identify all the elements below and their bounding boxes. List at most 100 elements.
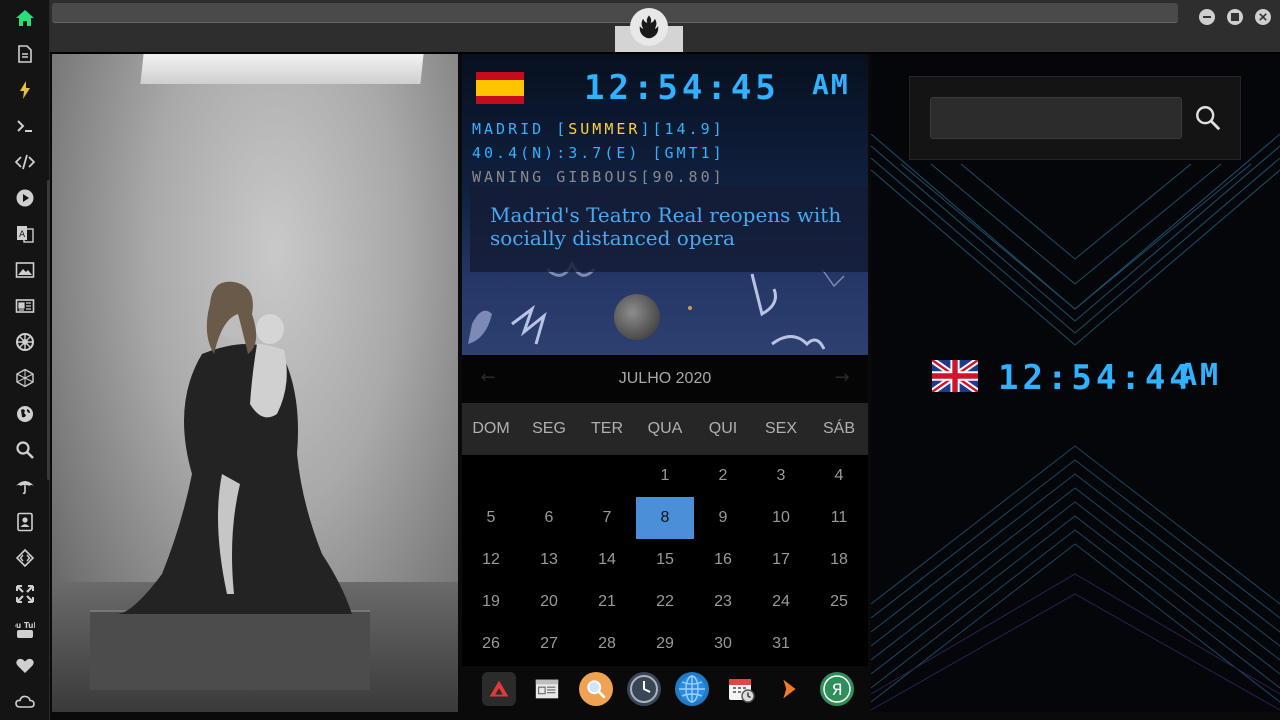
right-panel: 12:54:44 AM — [871, 54, 1280, 712]
calendar-newspaper-icon[interactable] — [530, 672, 564, 706]
weekday-label: SÁB — [822, 420, 855, 437]
calendar-day[interactable]: 14 — [578, 539, 636, 581]
calendar-day[interactable]: 22 — [636, 581, 694, 623]
app-launcher-icon[interactable] — [482, 672, 516, 706]
play-icon[interactable] — [13, 186, 37, 210]
calendar-day[interactable]: 12 — [462, 539, 520, 581]
maximize-button[interactable] — [1227, 9, 1243, 25]
weekday-label: SEG — [532, 420, 566, 437]
news-headline-card[interactable]: Madrid's Teatro Real reopens with social… — [470, 186, 868, 272]
sidebar-scrollbar[interactable] — [47, 180, 50, 480]
calendar-day[interactable]: 18 — [810, 539, 868, 581]
calendar-day[interactable]: 21 — [578, 581, 636, 623]
translate-icon[interactable]: A — [13, 222, 37, 246]
sidebar: A You Tube — [0, 0, 50, 720]
cloud-icon[interactable] — [13, 690, 37, 714]
madrid-clock: 12:54:45 AM MADRID [SUMMER][14.9] 40.4(N… — [462, 54, 868, 355]
calendar-day-today[interactable]: 8 — [636, 497, 694, 539]
empire-icon[interactable] — [13, 330, 37, 354]
calendar-day[interactable]: 9 — [694, 497, 752, 539]
address-bar[interactable] — [52, 3, 1178, 23]
image-icon[interactable] — [13, 258, 37, 282]
weekday-label: QUI — [708, 420, 738, 437]
photo-figures — [117, 281, 352, 614]
madrid-time: 12:54:45 — [584, 68, 780, 108]
calendar-day[interactable]: 26 — [462, 623, 520, 665]
calendar-day[interactable]: 4 — [810, 455, 868, 497]
madrid-season: SUMMER — [568, 120, 641, 138]
calendar-day[interactable]: 25 — [810, 581, 868, 623]
code-icon[interactable] — [13, 150, 37, 174]
calendar-day[interactable]: 6 — [520, 497, 578, 539]
svg-text:Я: Я — [831, 680, 842, 699]
home-icon[interactable] — [13, 6, 37, 30]
madrid-coordinates: 40.4(N):3.7(E) [GMT1] — [472, 144, 725, 162]
calendar-day[interactable]: 28 — [578, 623, 636, 665]
globe-app-icon[interactable] — [675, 672, 709, 706]
clock-app-icon[interactable] — [627, 672, 661, 706]
calendar-day[interactable]: 11 — [810, 497, 868, 539]
calendar-day[interactable]: 29 — [636, 623, 694, 665]
calendar-title: JULHO 2020 — [618, 370, 712, 387]
calendar-day[interactable]: 20 — [520, 581, 578, 623]
calendar-header: ← JULHO 2020 → — [462, 355, 868, 403]
youtube-icon[interactable]: You Tube — [13, 618, 37, 642]
calendar-day[interactable]: 30 — [694, 623, 752, 665]
calendar-widget: ← JULHO 2020 → DOM SEG TER QUA QUI SEX S… — [462, 355, 868, 666]
terminal-icon[interactable] — [13, 114, 37, 138]
london-ampm: AM — [1179, 358, 1222, 393]
close-button[interactable] — [1255, 9, 1271, 25]
weekday-label: SEX — [764, 420, 797, 437]
heart-icon[interactable] — [13, 654, 37, 678]
calendar-day[interactable]: 1 — [636, 455, 694, 497]
news-headline[interactable]: Madrid's Teatro Real reopens with social… — [490, 204, 848, 250]
rebel-alliance-icon[interactable] — [630, 8, 668, 46]
madrid-info-line1: MADRID [SUMMER][14.9] — [472, 120, 725, 138]
calendar-day[interactable]: 2 — [694, 455, 752, 497]
search-button[interactable] — [1192, 101, 1224, 135]
desktop: A You Tube — [0, 0, 1280, 720]
calendar-day[interactable]: 24 — [752, 581, 810, 623]
calendar-day[interactable]: 5 — [462, 497, 520, 539]
contacts-icon[interactable] — [13, 510, 37, 534]
calendar-day[interactable]: 15 — [636, 539, 694, 581]
world-clock-panel: 12:54:45 AM MADRID [SUMMER][14.9] 40.4(N… — [462, 54, 868, 712]
weekday-label: TER — [591, 420, 623, 437]
search-widget — [909, 76, 1241, 160]
calendar-day[interactable]: 3 — [752, 455, 810, 497]
wallpaper-photo — [52, 54, 458, 712]
calendar-day[interactable]: 17 — [752, 539, 810, 581]
search-icon[interactable] — [13, 438, 37, 462]
youtube-label: You Tube — [15, 621, 35, 630]
arrow-app-icon[interactable] — [772, 672, 806, 706]
search-input[interactable] — [930, 97, 1182, 139]
svg-text:A: A — [19, 230, 26, 240]
spain-flag-icon — [476, 72, 524, 104]
document-icon[interactable] — [13, 42, 37, 66]
madrid-ampm: AM — [812, 68, 850, 101]
expand-icon[interactable] — [13, 582, 37, 606]
next-month-button[interactable]: → — [830, 367, 854, 391]
hexagon-icon[interactable] — [13, 366, 37, 390]
globe-icon[interactable] — [13, 402, 37, 426]
calendar-day[interactable]: 13 — [520, 539, 578, 581]
weekday-label: DOM — [472, 420, 510, 437]
lightning-icon[interactable] — [13, 78, 37, 102]
calendar-day[interactable]: 23 — [694, 581, 752, 623]
london-time: 12:54:44 — [998, 358, 1194, 398]
calendar-day[interactable]: 19 — [462, 581, 520, 623]
calendar-clock-icon[interactable] — [724, 672, 758, 706]
calendar-day[interactable]: 10 — [752, 497, 810, 539]
minimize-button[interactable] — [1199, 9, 1215, 25]
uk-flag-icon — [932, 360, 978, 392]
yandex-icon[interactable]: Я — [820, 672, 854, 706]
calendar-day[interactable]: 31 — [752, 623, 810, 665]
calendar-day[interactable]: 7 — [578, 497, 636, 539]
news-icon[interactable] — [13, 294, 37, 318]
top-bar — [50, 0, 1280, 54]
calendar-day[interactable]: 16 — [694, 539, 752, 581]
code-diamond-icon[interactable] — [13, 546, 37, 570]
umbrella-icon[interactable] — [13, 474, 37, 498]
calendar-day[interactable]: 27 — [520, 623, 578, 665]
search-app-icon[interactable] — [579, 672, 613, 706]
